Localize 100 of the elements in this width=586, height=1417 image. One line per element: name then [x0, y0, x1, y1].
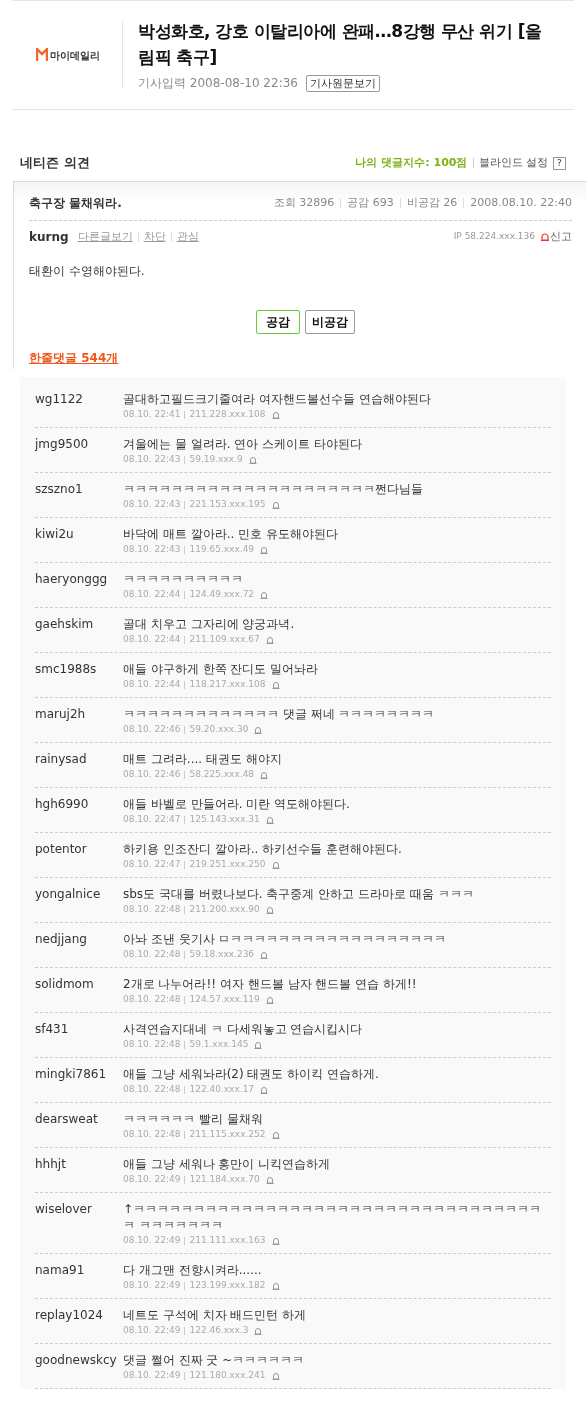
reply-username[interactable]: gaehskim [35, 616, 123, 646]
bell-icon[interactable] [265, 815, 274, 824]
bell-icon[interactable] [260, 950, 269, 959]
reply-time: 08.10. 22:44 [123, 632, 181, 646]
comment-score: 나의 댓글지수: 100점 [355, 154, 468, 171]
reply-time: 08.10. 22:48 [123, 947, 181, 961]
reply-time: 08.10. 22:46 [123, 722, 181, 736]
reply-time: 08.10. 22:48 [123, 1127, 181, 1141]
reply-ip: 123.199.xxx.182 [189, 1278, 266, 1292]
bell-icon[interactable] [260, 1085, 269, 1094]
reply-ip: 211.109.xxx.67 [189, 632, 260, 646]
bell-icon[interactable] [260, 770, 269, 779]
reply-username[interactable]: haeryonggg [35, 571, 123, 601]
reply-username[interactable]: hhhjt [35, 1156, 123, 1186]
comment-stat: 조회 32896 [273, 194, 335, 211]
comment-stat: 2008.08.10. 22:40 [470, 194, 572, 211]
section-heading: 네티즌 의견 [20, 154, 90, 173]
reply-text: 애들 그냥 세워놔라(2) 태권도 하이킥 연습하게. [123, 1066, 380, 1082]
bell-icon[interactable] [271, 1130, 280, 1139]
reply-ip: 211.228.xxx.108 [189, 407, 266, 421]
reply-time: 08.10. 22:44 [123, 587, 181, 601]
reply-text: 아놔 조낸 웃기사 ㅁㅋㅋㅋㅋㅋㅋㅋㅋㅋㅋㅋㅋㅋㅋㅋㅋㅋㅋ [123, 931, 448, 947]
reply-text: 매트 그려라.... 태권도 해야지 [123, 751, 283, 767]
reply-ip: 59.1.xxx.145 [189, 1037, 249, 1051]
disagree-button[interactable]: 비공감 [305, 310, 355, 334]
reply-text: 골대하고필드크기줄여라 여자핸드볼선수들 연습해야된다 [123, 391, 432, 407]
article-title: 박성화호, 강호 이탈리아에 완패…8강행 무산 위기 [올림픽 축구] [138, 20, 543, 69]
reply-text: 애들 야구하게 한쪽 잔디도 밀어놔라 [123, 661, 320, 677]
reply-username[interactable]: replay1024 [35, 1307, 123, 1337]
bell-icon[interactable] [271, 1236, 280, 1245]
reply-username[interactable]: rainysad [35, 751, 123, 781]
bell-icon[interactable] [265, 905, 274, 914]
reply-time: 08.10. 22:47 [123, 857, 181, 871]
reply-username[interactable]: wiselover [35, 1201, 123, 1247]
reply-text: 다 개그맨 전향시켜라...... [123, 1262, 263, 1278]
reply-username[interactable]: yongalnice [35, 886, 123, 916]
reply-ip: 59.20.xxx.30 [189, 722, 249, 736]
reply-ip: 221.153.xxx.195 [189, 497, 266, 511]
reply-text: 하키용 인조잔디 깔아라.. 하키선수들 훈련해야된다. [123, 841, 403, 857]
reply-username[interactable]: mingki7861 [35, 1066, 123, 1096]
comment-title: 축구장 물채워라. [29, 195, 122, 212]
reply-text: 사격연습지대네 ㅋ 다세워놓고 연습시킵시다 [123, 1021, 364, 1037]
bell-icon[interactable] [248, 455, 257, 464]
bell-icon[interactable] [260, 590, 269, 599]
reply-username[interactable]: kiwi2u [35, 526, 123, 556]
reply-username[interactable]: jmg9500 [35, 436, 123, 466]
reply-text: 애들 그냥 세워나 홍만이 니킥연습하게 [123, 1156, 332, 1172]
reply-time: 08.10. 22:48 [123, 1082, 181, 1096]
bell-icon[interactable] [271, 1371, 280, 1380]
reply-username[interactable]: dearsweat [35, 1111, 123, 1141]
help-button[interactable]: ? [553, 156, 566, 170]
blind-setting-link[interactable]: 블라인드 설정 [478, 154, 548, 172]
reply-ip: 58.225.xxx.48 [189, 767, 255, 781]
reply-time: 08.10. 22:48 [123, 1037, 181, 1051]
reply-text: ↑ㅋㅋㅋㅋㅋㅋㅋㅋㅋㅋㅋㅋㅋㅋㅋㅋㅋㅋㅋㅋㅋㅋㅋㅋㅋㅋㅋㅋㅋㅋㅋㅋㅋㅋㅋ ㅋㅋㅋㅋㅋㅋㅋ [123, 1201, 543, 1233]
bell-icon[interactable] [265, 1175, 274, 1184]
bell-icon[interactable] [265, 635, 274, 644]
bell-icon[interactable] [271, 500, 280, 509]
agree-button[interactable]: 공감 [256, 310, 300, 334]
reply-username[interactable]: wg1122 [35, 391, 123, 421]
reply-text: ㅋㅋㅋㅋㅋㅋㅋㅋㅋㅋㅋㅋㅋㅋㅋㅋㅋㅋㅋㅋㅋ쩐다님들 [123, 481, 424, 497]
reply-text: ㅋㅋㅋㅋㅋㅋㅋㅋㅋㅋ [123, 571, 244, 587]
reply-username[interactable]: nama91 [35, 1262, 123, 1292]
reply-username[interactable]: solidmom [35, 976, 123, 1006]
reply-ip: 122.46.xxx.3 [189, 1323, 249, 1337]
comment-stat: 비공감 26 [406, 194, 458, 211]
bell-icon[interactable] [271, 680, 280, 689]
reply-username[interactable]: sf431 [35, 1021, 123, 1051]
reply-username[interactable]: szszno1 [35, 481, 123, 511]
bell-icon [541, 233, 549, 241]
reply-username[interactable]: smc1988s [35, 661, 123, 691]
bell-icon[interactable] [265, 995, 274, 1004]
reply-ip: 59.19.xxx.9 [189, 452, 243, 466]
reply-time: 08.10. 22:48 [123, 902, 181, 916]
bell-icon[interactable] [260, 545, 269, 554]
reply-time: 08.10. 22:49 [123, 1233, 181, 1247]
reply-username[interactable]: goodnewskcy [35, 1352, 123, 1382]
reply-username[interactable]: hgh6990 [35, 796, 123, 826]
article-date: 기사입력 2008-08-10 22:36 [138, 75, 298, 92]
author-name[interactable]: kurng [29, 228, 69, 246]
reply-ip: 211.111.xxx.163 [189, 1233, 266, 1247]
bell-icon[interactable] [271, 1281, 280, 1290]
reply-ip: 59.18.xxx.236 [189, 947, 255, 961]
bell-icon[interactable] [254, 1326, 263, 1335]
original-article-button[interactable]: 기사원문보기 [305, 74, 380, 92]
bell-icon[interactable] [271, 410, 280, 419]
reply-username[interactable]: maruj2h [35, 706, 123, 736]
reply-ip: 121.180.xxx.241 [189, 1368, 266, 1382]
reply-text: 골대 치우고 그자리에 양궁과녁. [123, 616, 296, 632]
reply-time: 08.10. 22:47 [123, 812, 181, 826]
reply-username[interactable]: potentor [35, 841, 123, 871]
reply-ip: 211.200.xxx.90 [189, 902, 260, 916]
comment-stat: 공감 693 [347, 194, 394, 211]
report-link[interactable]: 신고 [541, 228, 572, 246]
reply-ip: 124.57.xxx.119 [189, 992, 260, 1006]
bell-icon[interactable] [254, 725, 263, 734]
reply-time: 08.10. 22:43 [123, 542, 181, 556]
bell-icon[interactable] [271, 860, 280, 869]
reply-username[interactable]: nedjjang [35, 931, 123, 961]
bell-icon[interactable] [254, 1040, 263, 1049]
